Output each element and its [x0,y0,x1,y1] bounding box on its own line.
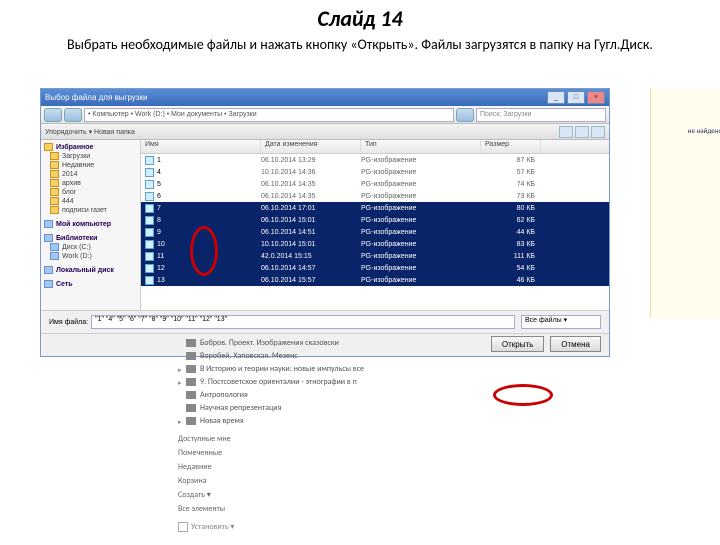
highlight-ring-open [493,384,553,406]
dialog-footer: Имя файла: "1" "4" "5" "6" "7" "8" "9" "… [41,310,609,333]
breadcrumb[interactable]: • Компьютер • Work (D:) • Мои документы … [84,108,454,122]
file-row[interactable]: 806.10.2014 15:01PG-изображение62 КБ [141,214,609,226]
sidebar-item[interactable]: Недавние [44,161,137,169]
filename-label: Имя файла: [49,319,88,326]
sidebar-item[interactable]: Work (D:) [44,252,137,260]
file-row[interactable]: 106.10.2014 13:29PG-изображение87 КБ [141,154,609,166]
col-name[interactable]: Имя [141,140,261,153]
toolbar: Упорядочить ▾ Новая папка [41,124,609,140]
cancel-button[interactable]: Отмена [550,336,601,352]
drive-item[interactable]: Научная репрезентация [178,403,478,413]
file-row[interactable]: 706.10.2014 17:01PG-изображение80 КБ [141,202,609,214]
drive-item[interactable]: ▸В Историю и теории науки: новые импульс… [178,364,478,374]
col-date[interactable]: Дата изменения [261,140,361,153]
col-size[interactable]: Размер [481,140,541,153]
forward-button[interactable] [64,108,82,122]
drive-folder-list: Бобров. Проект. Изображения сказовски Вор… [178,335,478,532]
sidebar-item[interactable]: подписи газет [44,206,137,214]
drive-item[interactable]: ▸9. Постсоветское ориенталии - этнографи… [178,377,478,387]
sidebar-item[interactable]: 2014 [44,170,137,178]
sidebar-item[interactable]: Диск (C:) [44,243,137,251]
background-panel: не найдено Закрыть [650,88,720,318]
install-icon [178,522,188,532]
sidebar-item[interactable]: 444 [44,197,137,205]
maximize-button[interactable]: □ [567,91,585,104]
toolbar-organize[interactable]: Упорядочить ▾ Новая папка [45,128,135,136]
drive-nav-item[interactable]: Недавние [178,462,478,472]
slide-description: Выбрать необходимые файлы и нажать кнопк… [20,35,700,55]
help-icon[interactable] [591,126,605,138]
filter-select[interactable]: Все файлы ▾ [521,315,601,329]
column-headers: Имя Дата изменения Тип Размер [141,140,609,154]
minimize-button[interactable]: _ [547,91,565,104]
drive-footer[interactable]: Установить ▾ [178,522,478,532]
file-row[interactable]: 1206.10.2014 14:57PG-изображение54 КБ [141,262,609,274]
col-type[interactable]: Тип [361,140,481,153]
sidebar-item[interactable]: архив [44,179,137,187]
sidebar-computer[interactable]: Мой компьютер [44,220,137,228]
nav-bar: • Компьютер • Work (D:) • Мои документы … [41,106,609,124]
slide-title: Слайд 14 [0,5,720,32]
drive-item[interactable]: Антропология [178,390,478,400]
sidebar-libraries[interactable]: Библиотеки [44,234,137,242]
search-input[interactable]: Поиск: Загрузки [476,108,606,122]
drive-item[interactable]: Бобров. Проект. Изображения сказовски [178,338,478,348]
file-row[interactable]: 1306.10.2014 15:57PG-изображение46 КБ [141,274,609,286]
dialog-title: Выбор файла для выгрузки [45,93,545,102]
drive-nav-item[interactable]: Корзина [178,476,478,486]
sidebar-network[interactable]: Сеть [44,280,137,288]
drive-nav-item[interactable]: Создать ▾ [178,490,478,500]
filename-input[interactable]: "1" "4" "5" "6" "7" "8" "9" "10" "11" "1… [91,315,515,329]
file-row[interactable]: 1010.10.2014 15:01PG-изображение83 КБ [141,238,609,250]
back-button[interactable] [44,108,62,122]
sidebar-item[interactable]: блог [44,188,137,196]
refresh-button[interactable] [456,108,474,122]
sidebar-item[interactable]: Загрузки [44,152,137,160]
file-row[interactable]: 1142.0.2014 15:15PG-изображение111 КБ [141,250,609,262]
file-row[interactable]: 410.10.2014 14:36PG-изображение57 КБ [141,166,609,178]
titlebar: Выбор файла для выгрузки _ □ × [41,89,609,106]
file-panel: Имя Дата изменения Тип Размер 106.10.201… [141,140,609,310]
sidebar: Избранное ЗагрузкиНедавние2014архивблог4… [41,140,141,310]
view-icon[interactable] [559,126,573,138]
view-icon-2[interactable] [575,126,589,138]
drive-nav-item[interactable]: Помеченные [178,448,478,458]
file-row[interactable]: 906.10.2014 14:51PG-изображение44 КБ [141,226,609,238]
drive-nav-item[interactable]: Доступные мне [178,434,478,444]
file-row[interactable]: 606.10.2014 14:35PG-изображение73 КБ [141,190,609,202]
close-hint[interactable]: не найдено Закрыть [688,126,720,135]
sidebar-favorites[interactable]: Избранное [44,143,137,151]
drive-item[interactable]: Воробей. Хаповская. Мезенс [178,351,478,361]
file-row[interactable]: 506.10.2014 14:35PG-изображение74 КБ [141,178,609,190]
drive-item[interactable]: ▸Новая время [178,416,478,426]
sidebar-drive[interactable]: Локальный диск [44,266,137,274]
open-button[interactable]: Открыть [491,336,544,352]
close-button[interactable]: × [587,91,605,104]
file-open-dialog: Выбор файла для выгрузки _ □ × • Компьют… [40,88,610,357]
drive-nav-item[interactable]: Все элементы [178,504,478,514]
